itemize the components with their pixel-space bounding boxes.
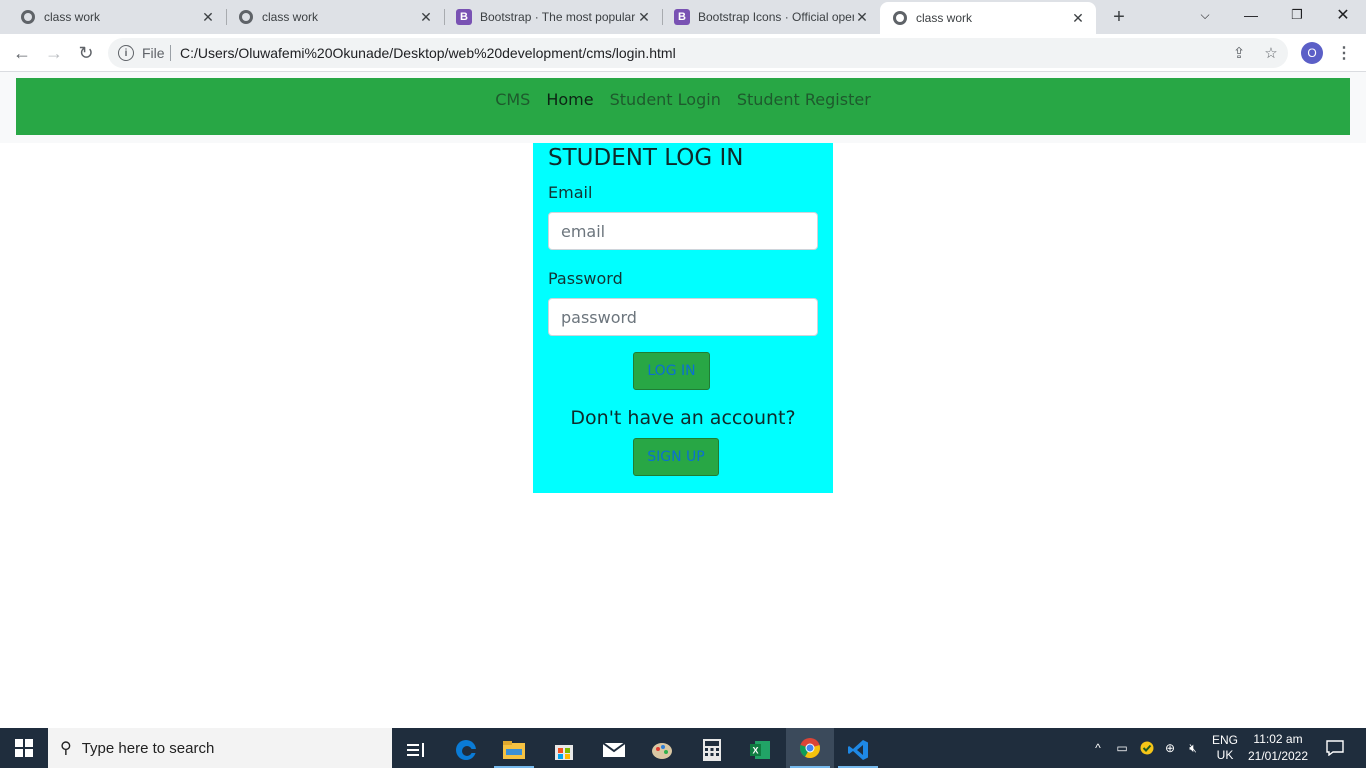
nav-link-student-login[interactable]: Student Login [610, 90, 721, 109]
mail-icon[interactable] [590, 732, 638, 768]
paint-icon[interactable] [638, 732, 686, 768]
tab-4[interactable]: B Bootstrap Icons · Official open source… [654, 0, 880, 34]
clock-date: 21/01/2022 [1247, 749, 1309, 763]
new-tab-button[interactable]: + [1108, 6, 1130, 28]
nav-link-home[interactable]: Home [546, 90, 593, 109]
norton-icon[interactable] [1138, 728, 1156, 768]
password-input[interactable] [548, 298, 818, 336]
show-hidden-icons-icon[interactable]: ^ [1090, 728, 1106, 768]
bookmark-star-icon[interactable]: ☆ [1262, 44, 1280, 62]
login-heading: STUDENT LOG IN [548, 145, 744, 171]
login-button[interactable]: LOG IN [633, 352, 710, 390]
task-view-icon[interactable] [392, 732, 440, 768]
tab-title: class work [262, 10, 319, 24]
restore-button[interactable]: ❐ [1274, 0, 1320, 30]
tab-1[interactable]: class work ✕ [0, 0, 226, 34]
tab-search-chevron-icon[interactable]: ⌵ [1182, 0, 1228, 30]
bootstrap-icon: B [456, 9, 472, 25]
profile-avatar[interactable]: O [1301, 42, 1323, 64]
site-navbar: CMS Home Student Login Student Register [16, 78, 1350, 135]
globe-icon [892, 10, 908, 26]
taskbar-search[interactable]: ⚲ Type here to search [48, 728, 392, 768]
browser-toolbar: ← → ↻ i File C:/Users/Oluwafemi%20Okunad… [0, 34, 1366, 72]
globe-icon [20, 9, 36, 25]
svg-text:X: X [753, 746, 759, 756]
tab-title: class work [916, 11, 973, 25]
tab-title: Bootstrap Icons · Official open source S… [698, 10, 854, 24]
tab-title: Bootstrap · The most popular HTML, CSS, … [480, 10, 636, 24]
page-viewport: CMS Home Student Login Student Register … [0, 72, 1366, 728]
close-tab-icon[interactable]: ✕ [200, 9, 216, 25]
search-placeholder: Type here to search [81, 739, 215, 757]
close-window-button[interactable]: ✕ [1320, 0, 1366, 30]
clock-time: 11:02 am [1253, 732, 1303, 746]
minimize-button[interactable]: — [1228, 0, 1274, 30]
email-label: Email [548, 183, 593, 202]
share-icon[interactable]: ⇪ [1230, 44, 1248, 62]
close-tab-icon[interactable]: ✕ [636, 9, 652, 25]
battery-icon[interactable]: ▭ [1112, 728, 1132, 768]
calculator-icon[interactable] [688, 732, 736, 768]
search-icon: ⚲ [60, 740, 72, 757]
chrome-icon[interactable] [786, 728, 834, 768]
tab-3[interactable]: B Bootstrap · The most popular HTML, CSS… [436, 0, 662, 34]
url-text[interactable]: C:/Users/Oluwafemi%20Okunade/Desktop/web… [180, 45, 676, 61]
password-label: Password [548, 269, 623, 288]
volume-muted-icon[interactable]: 🔇︎ [1184, 728, 1202, 768]
address-bar[interactable]: i File C:/Users/Oluwafemi%20Okunade/Desk… [108, 38, 1288, 68]
excel-icon[interactable]: X [736, 732, 784, 768]
vscode-icon[interactable] [834, 732, 882, 768]
close-tab-icon[interactable]: ✕ [854, 9, 870, 25]
signup-button[interactable]: SIGN UP [633, 438, 719, 476]
navbar-brand[interactable]: CMS [495, 90, 530, 109]
more-menu-icon[interactable]: ⋮ [1336, 42, 1352, 64]
tab-strip: class work ✕ class work ✕ B Bootstrap · … [0, 0, 1366, 34]
reload-icon[interactable]: ↻ [74, 41, 98, 65]
tab-2[interactable]: class work ✕ [218, 0, 444, 34]
email-input[interactable] [548, 212, 818, 250]
clock[interactable]: 11:02 am 21/01/2022 [1246, 728, 1310, 768]
info-icon[interactable]: i [118, 45, 134, 61]
file-explorer-icon[interactable] [490, 732, 538, 768]
close-tab-icon[interactable]: ✕ [418, 9, 434, 25]
globe-icon [238, 9, 254, 25]
scheme-label: File [142, 45, 165, 61]
windows-taskbar: ⚲ Type here to search X ^ ▭ ⊕ 🔇︎ ENG UK … [0, 728, 1366, 768]
signup-prompt: Don't have an account? [570, 407, 796, 429]
back-arrow-icon[interactable]: ← [10, 41, 34, 65]
edge-icon[interactable] [442, 732, 490, 768]
windows-start-icon[interactable] [0, 728, 48, 768]
notifications-icon[interactable] [1320, 728, 1350, 768]
microsoft-store-icon[interactable] [540, 732, 588, 768]
tab-5-active[interactable]: class work ✕ [880, 2, 1096, 34]
nav-link-student-register[interactable]: Student Register [737, 90, 871, 109]
network-icon[interactable]: ⊕ [1160, 728, 1180, 768]
close-tab-icon[interactable]: ✕ [1070, 10, 1086, 26]
bootstrap-icon: B [674, 9, 690, 25]
language-indicator[interactable]: ENG UK [1208, 728, 1242, 768]
tab-title: class work [44, 10, 101, 24]
forward-arrow-icon[interactable]: → [42, 41, 66, 65]
login-card: STUDENT LOG IN Email Password LOG IN Don… [533, 143, 833, 493]
